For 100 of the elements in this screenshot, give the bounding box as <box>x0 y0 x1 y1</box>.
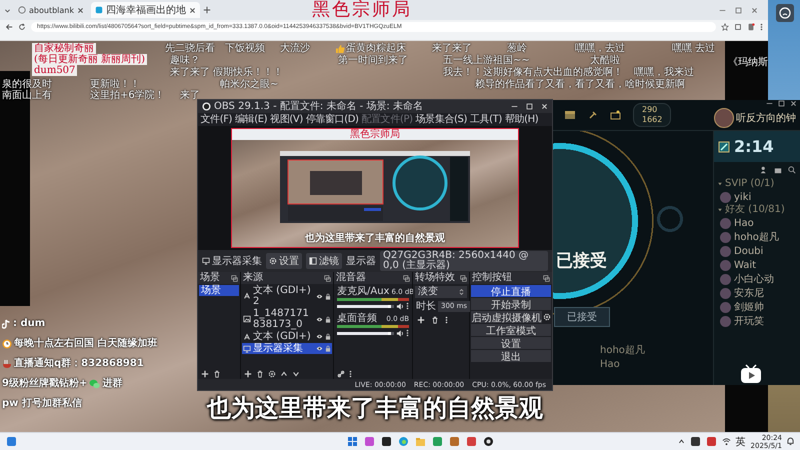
friend-item[interactable]: Hao <box>714 216 800 230</box>
friend-item[interactable]: hoho超凡 <box>714 230 800 244</box>
undock-icon[interactable] <box>403 274 410 282</box>
maximize-icon[interactable] <box>778 100 785 107</box>
obs-icon[interactable] <box>483 436 494 447</box>
input-method-indicator[interactable]: 英 <box>736 434 746 448</box>
settings-button[interactable]: 设置 <box>266 253 302 269</box>
more-icon[interactable] <box>406 329 409 337</box>
menu-item[interactable]: 停靠窗口(D) <box>304 114 360 126</box>
tab-list-icon[interactable] <box>4 6 11 14</box>
friend-group-header[interactable]: SVIP (0/1) <box>714 178 800 190</box>
add-icon[interactable] <box>244 370 252 378</box>
close-icon[interactable] <box>77 6 84 14</box>
close-icon[interactable] <box>790 100 797 107</box>
refresh-icon[interactable] <box>18 22 26 30</box>
add-friend-icon[interactable] <box>760 166 768 174</box>
add-icon[interactable] <box>201 370 209 378</box>
settings-icon[interactable] <box>269 257 277 265</box>
lock-icon[interactable] <box>325 333 331 340</box>
browser-tab[interactable]: 四海幸福画出的地 <box>91 2 200 18</box>
extensions-icon[interactable] <box>734 22 742 30</box>
control-button[interactable]: 设置 <box>471 337 551 349</box>
friend-item[interactable]: 安东尼 <box>714 286 800 300</box>
more-icon[interactable] <box>445 316 448 324</box>
visibility-icon[interactable] <box>316 316 323 322</box>
accept-button[interactable]: 已接受 <box>554 307 610 327</box>
tools-icon[interactable] <box>588 110 598 120</box>
friend-item[interactable]: yiki <box>714 190 800 204</box>
tray-app-icon[interactable] <box>690 436 701 447</box>
menu-item[interactable]: 编辑(E) <box>234 114 269 126</box>
caret-icon[interactable] <box>717 207 723 213</box>
undock-icon[interactable] <box>324 274 331 282</box>
folder-icon[interactable] <box>774 166 782 174</box>
delete-icon[interactable] <box>256 370 264 378</box>
control-button[interactable]: 工作室模式 <box>471 324 551 336</box>
link-icon[interactable] <box>337 370 345 378</box>
menu-item[interactable]: 场景集合(S) <box>414 114 468 126</box>
caret-icon[interactable] <box>717 181 723 187</box>
friend-item[interactable]: 小白心动 <box>714 272 800 286</box>
undock-icon[interactable] <box>543 274 550 282</box>
more-icon[interactable] <box>406 302 409 310</box>
lock-icon[interactable] <box>325 316 331 322</box>
display-select[interactable]: Q27G2G3R4B: 2560x1440 @ 0,0 (主显示器) <box>380 251 548 271</box>
lock-icon[interactable] <box>325 345 331 352</box>
notification-icon[interactable] <box>787 437 794 446</box>
source-item[interactable]: 1_1487171838173_0 <box>242 308 332 330</box>
more-icon[interactable] <box>349 370 352 378</box>
source-item[interactable]: 文本 (GDI+) 2 <box>242 285 332 307</box>
undock-icon[interactable] <box>231 274 238 282</box>
browser-tab[interactable]: aboutblank <box>14 2 88 18</box>
delete-icon[interactable] <box>431 316 439 324</box>
transition-select[interactable]: 淡变 <box>415 286 467 298</box>
down-icon[interactable] <box>292 370 300 378</box>
settings-icon[interactable] <box>268 370 276 378</box>
profile-icon[interactable] <box>747 22 755 30</box>
filters-button[interactable]: 滤镜 <box>306 253 342 269</box>
store-icon[interactable] <box>610 110 621 120</box>
source-item[interactable]: 显示器采集 <box>242 343 332 354</box>
delete-icon[interactable] <box>213 370 221 378</box>
lock-icon[interactable] <box>325 292 331 300</box>
speaker-icon[interactable] <box>396 330 404 336</box>
source-item[interactable]: 文本 (GDI+) <box>242 331 332 342</box>
visibility-icon[interactable] <box>316 292 323 300</box>
control-button[interactable]: 启动虚拟摄像机 <box>471 311 542 323</box>
add-icon[interactable] <box>417 316 425 324</box>
desktop-shortcut[interactable] <box>776 4 794 22</box>
control-button[interactable]: 停止直播 <box>471 285 551 297</box>
search-icon[interactable] <box>788 166 796 174</box>
speaker-icon[interactable] <box>396 302 404 310</box>
wifi-icon[interactable] <box>722 437 731 446</box>
minimize-icon[interactable] <box>511 103 518 110</box>
chest-icon[interactable] <box>564 110 576 120</box>
star-icon[interactable] <box>721 22 729 30</box>
friend-item[interactable]: 剑姬帅 <box>714 300 800 314</box>
friend-item[interactable]: Wait <box>714 258 800 272</box>
settings-icon[interactable] <box>543 313 551 321</box>
menu-item[interactable]: 工具(T) <box>468 114 504 126</box>
menu-item[interactable]: 帮助(H) <box>503 114 540 126</box>
browser-icon[interactable] <box>398 436 409 447</box>
new-tab-icon[interactable] <box>203 6 211 14</box>
visibility-icon[interactable] <box>316 333 323 340</box>
more-icon[interactable] <box>760 22 763 30</box>
back-icon[interactable] <box>5 22 13 30</box>
menu-item[interactable]: 视图(V) <box>268 114 304 126</box>
up-icon[interactable] <box>280 370 288 378</box>
friend-item[interactable]: 开玩笑 <box>714 314 800 328</box>
visibility-icon[interactable] <box>316 345 323 352</box>
friend-item[interactable]: Doubi <box>714 244 800 258</box>
widgets-icon[interactable] <box>6 436 17 447</box>
maximize-icon[interactable] <box>526 103 533 110</box>
close-icon[interactable] <box>189 6 196 14</box>
control-button[interactable]: 开始录制 <box>471 298 551 310</box>
minimize-icon[interactable] <box>766 100 773 107</box>
scene-item[interactable]: 场景 <box>199 285 239 296</box>
app-icon[interactable] <box>381 436 392 447</box>
friend-group-header[interactable]: 好友 (10/81) <box>714 204 800 216</box>
control-button[interactable]: 退出 <box>471 350 551 362</box>
start-icon[interactable] <box>347 436 358 447</box>
menu-item[interactable]: 文件(F) <box>199 114 234 126</box>
undock-icon[interactable] <box>460 274 467 282</box>
